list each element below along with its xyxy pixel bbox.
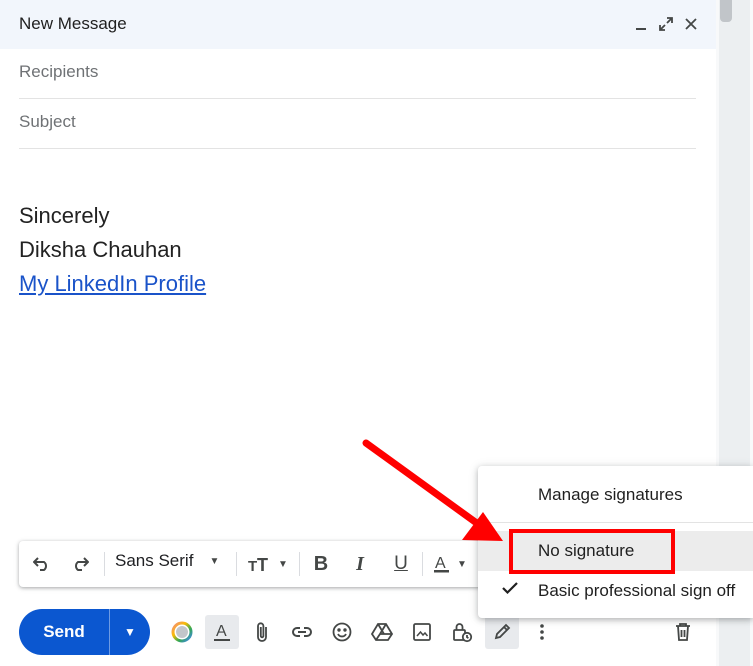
linkedin-link[interactable]: My LinkedIn Profile [19, 271, 206, 296]
svg-text:T: T [257, 555, 268, 573]
minimize-icon[interactable] [630, 12, 652, 36]
confidential-icon[interactable] [445, 615, 479, 649]
scrollbar-thumb[interactable] [720, 0, 732, 22]
link-icon[interactable] [285, 615, 319, 649]
chevron-down-icon: ▼ [124, 625, 136, 639]
more-options-icon[interactable] [525, 615, 559, 649]
svg-text:A: A [216, 623, 227, 640]
message-body[interactable]: Sincerely Diksha Chauhan My LinkedIn Pro… [19, 199, 206, 301]
photo-icon[interactable] [405, 615, 439, 649]
menu-item-basic-professional[interactable]: Basic professional sign off [478, 571, 753, 611]
attach-icon[interactable] [245, 615, 279, 649]
italic-icon[interactable]: I [348, 550, 372, 578]
recipients-input[interactable] [19, 62, 696, 82]
toolbar-divider [299, 552, 300, 576]
trash-icon[interactable] [666, 615, 700, 649]
toolbar-divider [236, 552, 237, 576]
ai-icon[interactable] [165, 615, 199, 649]
font-family-select[interactable]: Sans Serif ▼ [115, 551, 219, 571]
send-options-button[interactable]: ▼ [110, 609, 150, 655]
send-button-group: Send ▼ [19, 609, 150, 655]
fullscreen-icon[interactable] [655, 12, 677, 36]
compose-title: New Message [19, 14, 127, 33]
drive-icon[interactable] [365, 615, 399, 649]
font-family-value: Sans Serif [115, 551, 194, 570]
subject-input[interactable] [19, 112, 696, 132]
text-color-icon[interactable]: A ▼ [427, 550, 473, 578]
compose-header: New Message [0, 0, 716, 49]
chevron-down-icon: ▼ [457, 558, 467, 570]
body-line-sincerely: Sincerely [19, 203, 110, 228]
menu-item-manage-signatures[interactable]: Manage signatures [478, 475, 753, 515]
menu-item-label: Manage signatures [538, 485, 683, 504]
undo-icon[interactable] [29, 550, 55, 578]
toolbar-divider [104, 552, 105, 576]
svg-text:A: A [435, 555, 446, 572]
formatting-toolbar: Sans Serif ▼ TT ▼ B I U A ▼ [19, 541, 489, 587]
emoji-icon[interactable] [325, 615, 359, 649]
underline-icon[interactable]: U [389, 550, 413, 578]
close-icon[interactable] [680, 12, 702, 36]
menu-item-label: Basic professional sign off [538, 581, 736, 600]
body-line-name: Diksha Chauhan [19, 237, 182, 262]
text-size-icon[interactable]: TT ▼ [245, 550, 291, 578]
toolbar-divider [422, 552, 423, 576]
chevron-down-icon: ▼ [278, 558, 288, 570]
redo-icon[interactable] [67, 550, 93, 578]
bold-icon[interactable]: B [309, 550, 333, 578]
recipients-field[interactable] [19, 49, 696, 99]
send-button[interactable]: Send [19, 609, 109, 655]
svg-text:T: T [248, 558, 257, 573]
signature-icon[interactable] [485, 615, 519, 649]
format-toggle-icon[interactable]: A [205, 615, 239, 649]
menu-divider [478, 522, 753, 523]
annotation-highlight-box [509, 529, 675, 574]
checkmark-icon [500, 578, 520, 604]
chevron-down-icon: ▼ [209, 555, 220, 567]
subject-field[interactable] [19, 99, 696, 149]
